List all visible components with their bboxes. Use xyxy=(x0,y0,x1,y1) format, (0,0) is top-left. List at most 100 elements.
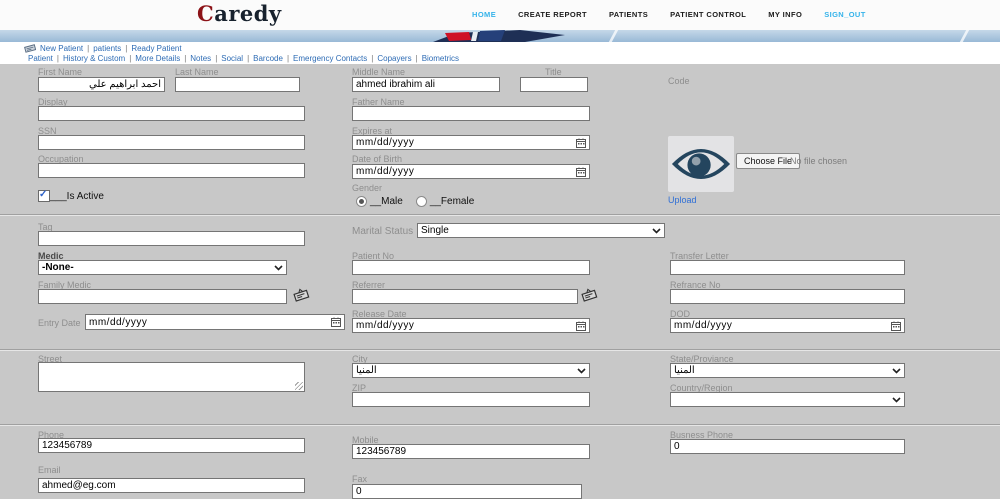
nav-patient-control[interactable]: PATIENT CONTROL xyxy=(670,10,746,19)
dod-value: mm/dd/yyyy xyxy=(674,320,732,331)
section-contact: Phone Email Mobile Fax Busness Phone xyxy=(0,424,1000,500)
tab-barcode[interactable]: Barcode xyxy=(253,54,283,63)
family-medic-input[interactable] xyxy=(38,289,287,304)
tag-input[interactable] xyxy=(38,231,305,246)
city-select[interactable]: المنيا xyxy=(352,363,590,378)
state-select[interactable]: المنيا xyxy=(670,363,905,378)
date-of-birth-value: mm/dd/yyyy xyxy=(356,166,414,177)
middle-name-input[interactable] xyxy=(352,77,500,92)
release-date-input[interactable]: mm/dd/yyyy xyxy=(352,318,590,333)
title-label: Title xyxy=(545,67,562,77)
fax-label: Fax xyxy=(352,474,367,484)
main-nav: HOME CREATE REPORT PATIENTS PATIENT CONT… xyxy=(472,10,866,19)
marital-status-label: Marital Status xyxy=(352,226,413,237)
tab-emergency-contacts[interactable]: Emergency Contacts xyxy=(293,54,367,63)
crumb-separator: | xyxy=(87,44,89,53)
upload-link[interactable]: Upload xyxy=(668,195,697,205)
date-of-birth-label: Date of Birth xyxy=(352,154,402,164)
business-phone-input[interactable] xyxy=(670,439,905,454)
refrance-no-input[interactable] xyxy=(670,289,905,304)
tab-separator: | xyxy=(287,54,289,63)
banner-slash xyxy=(959,30,971,42)
gender-male-radio[interactable] xyxy=(356,196,367,207)
chevron-down-icon xyxy=(892,368,901,374)
crumb-separator: | xyxy=(125,44,127,53)
nav-create-report[interactable]: CREATE REPORT xyxy=(518,10,587,19)
section-registration: Tag Medic -None- Family Medic Entry Date… xyxy=(0,214,1000,350)
tab-bar: Patient | History & Custom | More Detail… xyxy=(28,54,459,63)
tab-patient[interactable]: Patient xyxy=(28,54,53,63)
chevron-down-icon xyxy=(892,397,901,403)
top-header: Caredy HOME CREATE REPORT PATIENTS PATIE… xyxy=(0,0,1000,30)
calendar-icon[interactable] xyxy=(331,317,341,327)
expires-at-date-input[interactable]: mm/dd/yyyy xyxy=(352,135,590,150)
tab-copayers[interactable]: Copayers xyxy=(377,54,411,63)
marital-status-select[interactable]: Single xyxy=(417,223,665,238)
tab-separator: | xyxy=(129,54,131,63)
nav-my-info[interactable]: MY INFO xyxy=(768,10,802,19)
crumb-new-patient[interactable]: New Patient xyxy=(40,44,83,53)
nav-patients[interactable]: PATIENTS xyxy=(609,10,648,19)
nav-sign-out[interactable]: SIGN_OUT xyxy=(824,10,866,19)
banner-photo-fragment xyxy=(425,30,570,42)
tab-separator: | xyxy=(215,54,217,63)
is-active-label: ___Is Active xyxy=(50,191,104,202)
fax-input[interactable] xyxy=(352,484,582,499)
marital-status-value: Single xyxy=(421,225,449,236)
patient-form: First Name Last Name Display SSN Occupat… xyxy=(0,64,1000,499)
gender-female-radio[interactable] xyxy=(416,196,427,207)
calendar-icon[interactable] xyxy=(576,138,586,148)
entry-date-value: mm/dd/yyyy xyxy=(89,317,147,328)
banner-image xyxy=(0,30,1000,42)
breadcrumb-area: New Patient | patients | Ready Patient P… xyxy=(0,42,1000,64)
tab-separator: | xyxy=(416,54,418,63)
referrer-lookup-icon[interactable] xyxy=(580,286,600,304)
phone-input[interactable] xyxy=(38,438,305,453)
tab-separator: | xyxy=(57,54,59,63)
zip-input[interactable] xyxy=(352,392,590,407)
tab-more-details[interactable]: More Details xyxy=(135,54,180,63)
transfer-letter-input[interactable] xyxy=(670,260,905,275)
father-name-input[interactable] xyxy=(352,106,590,121)
crumb-ready-patient[interactable]: Ready Patient xyxy=(131,44,181,53)
patient-no-input[interactable] xyxy=(352,260,590,275)
email-label: Email xyxy=(38,465,61,475)
tab-biometrics[interactable]: Biometrics xyxy=(422,54,459,63)
patient-photo xyxy=(668,136,734,192)
occupation-input[interactable] xyxy=(38,163,305,178)
entry-date-label: Entry Date xyxy=(38,318,81,328)
first-name-input[interactable] xyxy=(38,77,165,92)
ssn-input[interactable] xyxy=(38,135,305,150)
resize-handle[interactable] xyxy=(295,382,303,390)
tab-separator: | xyxy=(184,54,186,63)
mobile-input[interactable] xyxy=(352,444,590,459)
section-identity: First Name Last Name Display SSN Occupat… xyxy=(0,64,1000,214)
referrer-input[interactable] xyxy=(352,289,578,304)
calendar-icon[interactable] xyxy=(576,321,586,331)
country-select[interactable] xyxy=(670,392,905,407)
street-textarea[interactable] xyxy=(38,362,305,392)
gender-male-label: __Male xyxy=(370,196,403,207)
family-medic-lookup-icon[interactable] xyxy=(292,286,312,304)
first-name-label: First Name xyxy=(38,67,82,77)
nav-home[interactable]: HOME xyxy=(472,10,496,19)
release-date-value: mm/dd/yyyy xyxy=(356,320,414,331)
last-name-input[interactable] xyxy=(175,77,300,92)
is-active-checkbox[interactable] xyxy=(38,190,50,202)
entry-date-input[interactable]: mm/dd/yyyy xyxy=(85,314,345,330)
title-input[interactable] xyxy=(520,77,588,92)
calendar-icon[interactable] xyxy=(891,321,901,331)
tab-social[interactable]: Social xyxy=(221,54,243,63)
email-input[interactable] xyxy=(38,478,305,493)
eye-icon xyxy=(670,141,732,187)
calendar-icon[interactable] xyxy=(576,167,586,177)
dod-date-input[interactable]: mm/dd/yyyy xyxy=(670,318,905,333)
state-value: المنيا xyxy=(674,365,695,376)
display-input[interactable] xyxy=(38,106,305,121)
medic-value: -None- xyxy=(42,262,74,273)
tab-history-custom[interactable]: History & Custom xyxy=(63,54,125,63)
crumb-patients[interactable]: patients xyxy=(93,44,121,53)
date-of-birth-date-input[interactable]: mm/dd/yyyy xyxy=(352,164,590,179)
tab-notes[interactable]: Notes xyxy=(190,54,211,63)
medic-select[interactable]: -None- xyxy=(38,260,287,275)
